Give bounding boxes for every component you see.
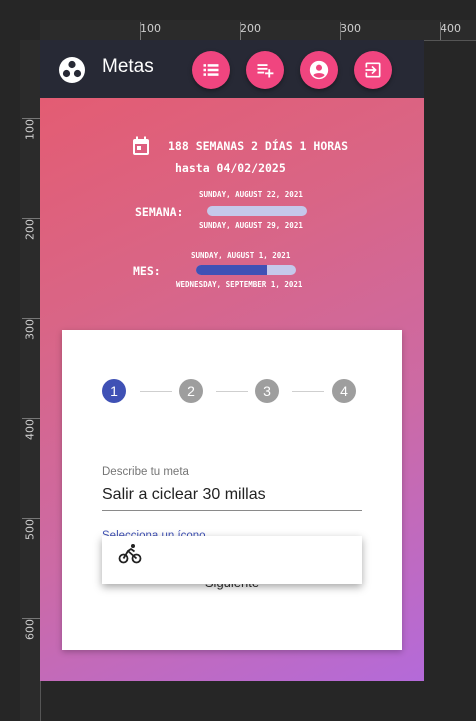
- ruler-label: 300: [340, 22, 361, 35]
- ruler-label: 200: [23, 219, 37, 240]
- ruler-tick: [22, 518, 40, 519]
- month-progress-bar: [196, 265, 296, 275]
- goal-input-underline: [102, 510, 362, 511]
- ruler-label: 100: [140, 22, 161, 35]
- ruler-tick: [22, 318, 40, 319]
- exit-to-app-icon: [365, 62, 381, 78]
- countdown-until: hasta 04/02/2025: [175, 161, 286, 175]
- step-connector: [216, 391, 248, 392]
- month-progress-fill: [196, 265, 267, 275]
- ruler-tick: [22, 118, 40, 119]
- ruler-tick: [240, 22, 241, 40]
- ruler-tick: [22, 618, 40, 619]
- toolbar: Metas: [40, 40, 424, 98]
- list-icon: [203, 64, 219, 76]
- playlist-add-icon: [257, 64, 274, 78]
- week-progress-bar: [207, 206, 307, 216]
- list-button[interactable]: [192, 51, 230, 89]
- ruler-label: 400: [440, 22, 461, 35]
- ruler-label: 400: [23, 419, 37, 440]
- step-2[interactable]: 2: [179, 379, 203, 403]
- autocomplete-option[interactable]: [102, 536, 362, 584]
- week-end-date: SUNDAY, AUGUST 29, 2021: [199, 221, 303, 230]
- account-circle-icon: [309, 60, 329, 80]
- ruler-tick: [22, 418, 40, 419]
- step-connector: [140, 391, 172, 392]
- step-4[interactable]: 4: [332, 379, 356, 403]
- logout-button[interactable]: [354, 51, 392, 89]
- ruler-tick: [22, 218, 40, 219]
- icon-autocomplete-panel: [102, 536, 362, 584]
- ruler-tick: [440, 22, 441, 40]
- goal-card: 1 2 3 4 Describe tu meta Salir a ciclear…: [62, 330, 402, 650]
- month-end-date: WEDNESDAY, SEPTEMBER 1, 2021: [176, 280, 303, 289]
- calendar-icon: [133, 136, 149, 155]
- step-3[interactable]: 3: [255, 379, 279, 403]
- month-start-date: SUNDAY, AUGUST 1, 2021: [191, 251, 291, 260]
- app-viewport: Metas 188 SEMANAS 2 DÍAS 1 HORAS hasta 0…: [40, 40, 424, 681]
- ruler-horizontal: 100 200 300 400: [40, 20, 476, 41]
- week-start-date: SUNDAY, AUGUST 22, 2021: [199, 190, 303, 199]
- ruler-label: 600: [23, 619, 37, 640]
- week-label: SEMANA:: [135, 205, 184, 219]
- app-title: Metas: [102, 56, 154, 77]
- ruler-vertical: 100 200 300 400 500 600: [20, 40, 41, 721]
- goal-input[interactable]: Salir a ciclear 30 millas: [102, 486, 266, 504]
- ruler-label: 200: [240, 22, 261, 35]
- workspaces-icon: [59, 57, 85, 83]
- step-connector: [292, 391, 324, 392]
- ruler-label: 100: [23, 119, 37, 140]
- goal-field-label: Describe tu meta: [102, 466, 189, 478]
- ruler-tick: [340, 22, 341, 40]
- ruler-tick: [140, 22, 141, 40]
- ruler-label: 500: [23, 519, 37, 540]
- add-goal-button[interactable]: [246, 51, 284, 89]
- countdown-text: 188 SEMANAS 2 DÍAS 1 HORAS: [168, 139, 349, 153]
- step-1[interactable]: 1: [102, 379, 126, 403]
- account-button[interactable]: [300, 51, 338, 89]
- ruler-label: 300: [23, 319, 37, 340]
- month-label: MES:: [133, 264, 161, 278]
- directions-bike-icon: [118, 544, 142, 564]
